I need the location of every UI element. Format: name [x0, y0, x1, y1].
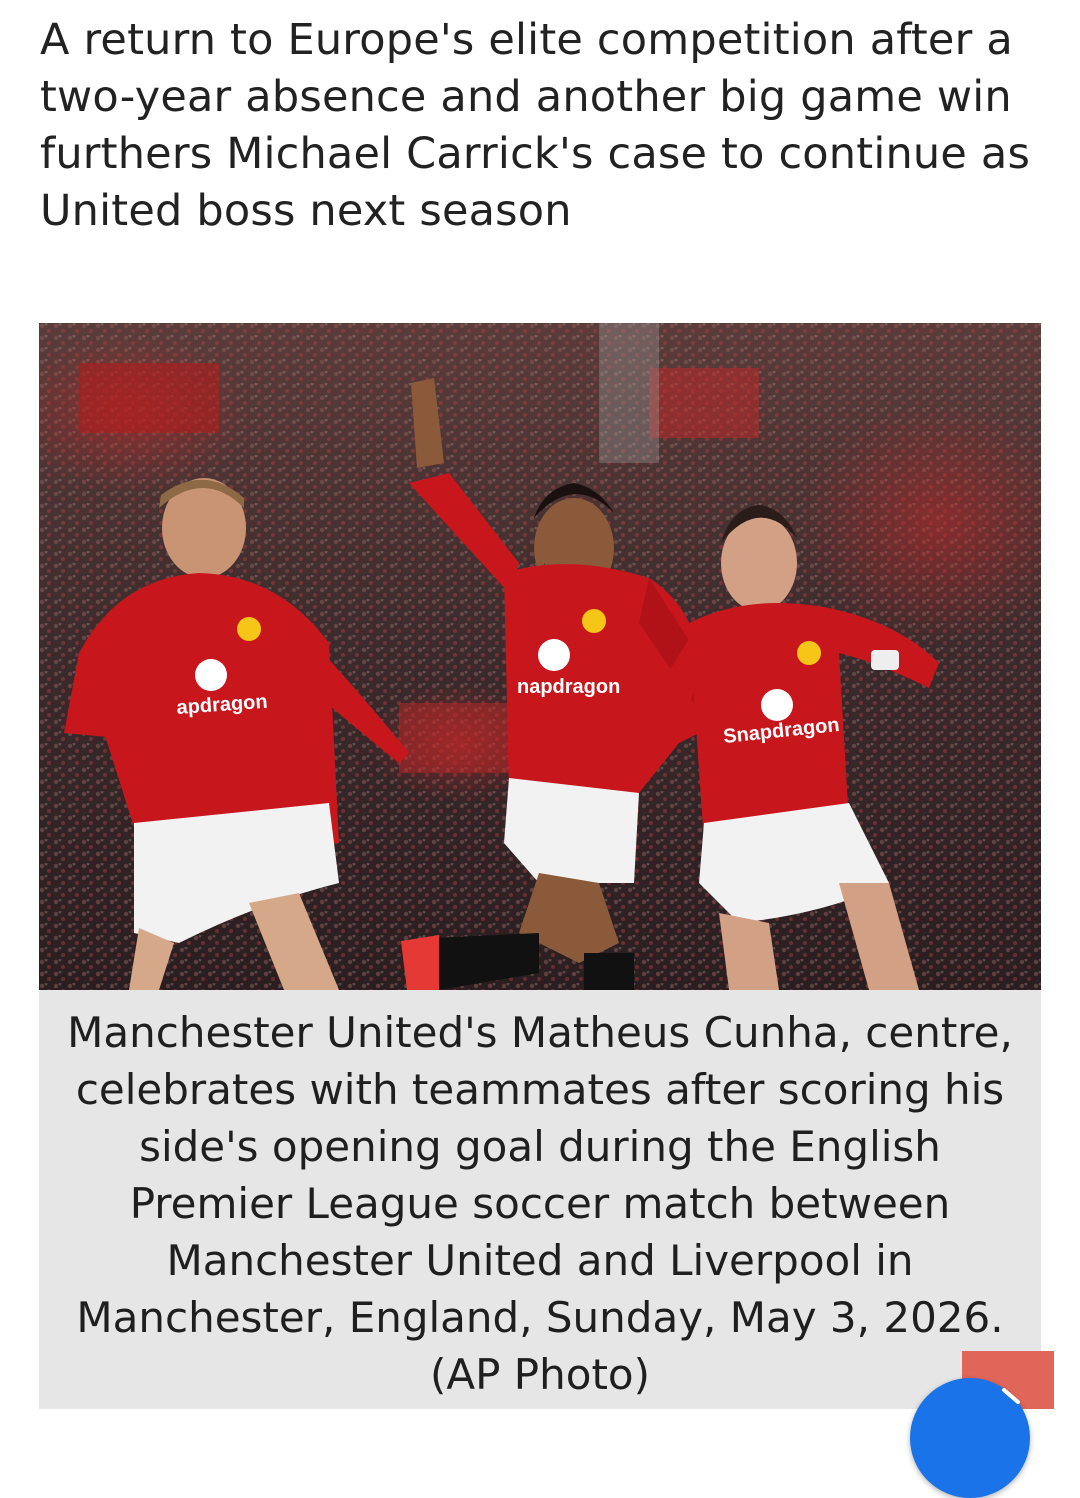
- chevron-icon: [1002, 1388, 1020, 1404]
- article-figure: apdragon napdragon Snapdragon Manchester…: [39, 323, 1041, 1409]
- sponsor-text-center: napdragon: [517, 676, 620, 698]
- article-photo[interactable]: apdragon napdragon Snapdragon: [39, 323, 1041, 990]
- article-subheadline: A return to Europe's elite competition a…: [40, 15, 1031, 236]
- photo-illustration: apdragon napdragon Snapdragon: [39, 323, 1041, 990]
- photo-caption: Manchester United's Matheus Cunha, centr…: [39, 990, 1041, 1409]
